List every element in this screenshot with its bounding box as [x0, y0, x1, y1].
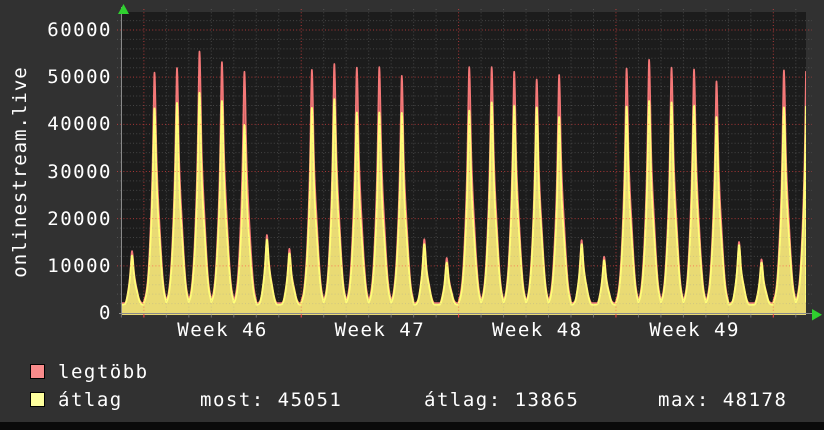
x-axis-label: Week 46: [177, 319, 268, 341]
y-axis-arrow-icon: [118, 4, 129, 14]
x-axis-label: Week 49: [649, 319, 740, 341]
legend-swatch-legtobb: [30, 364, 45, 379]
y-axis-label: 50000: [47, 66, 112, 89]
stat-most: most: 45051: [200, 389, 343, 411]
x-axis-label: Week 48: [491, 319, 583, 341]
y-axis-label: 30000: [47, 160, 112, 183]
y-axis-label: 20000: [47, 207, 112, 230]
x-axis-label: Week 47: [334, 319, 426, 341]
chart-canvas: [117, 4, 822, 321]
y-axis-label: 40000: [47, 113, 112, 136]
y-axis-label: 10000: [47, 254, 112, 277]
stat-átlag: átlag: 13865: [424, 389, 580, 411]
y-axis-label: 0: [99, 302, 112, 324]
y-axis-label: 60000: [47, 19, 112, 41]
legend-label: átlag: [58, 389, 123, 411]
x-axis-arrow-icon: [812, 309, 822, 321]
rrd-graph: onlinestream.live 0 10000 20000 30000 40000 5…: [0, 0, 824, 430]
legend-swatch-atlag: [30, 392, 45, 407]
legend-label: legtöbb: [58, 361, 149, 383]
bottom-edge: [0, 422, 824, 430]
stat-max: max: 48178: [658, 389, 788, 411]
